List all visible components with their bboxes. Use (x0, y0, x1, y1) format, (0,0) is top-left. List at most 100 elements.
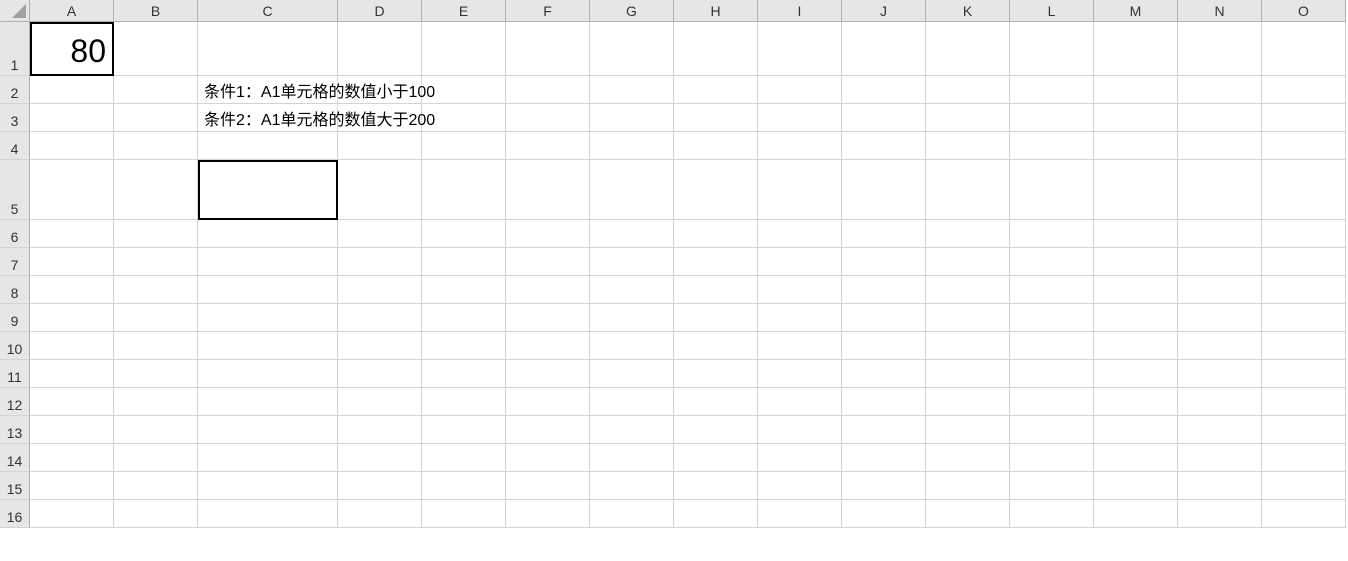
cell-i4[interactable] (758, 132, 842, 160)
cell-a3[interactable] (30, 104, 114, 132)
cell-i3[interactable] (758, 104, 842, 132)
cell-l1[interactable] (1010, 22, 1094, 76)
cell-a5[interactable] (30, 160, 114, 220)
column-header-c[interactable]: C (198, 0, 338, 22)
cell-k2[interactable] (926, 76, 1010, 104)
cell-g6[interactable] (590, 220, 674, 248)
cell-h13[interactable] (674, 416, 758, 444)
cell-j11[interactable] (842, 360, 926, 388)
cell-f16[interactable] (506, 500, 590, 528)
cell-o7[interactable] (1262, 248, 1346, 276)
cell-j3[interactable] (842, 104, 926, 132)
cell-c9[interactable] (198, 304, 338, 332)
row-header-1[interactable]: 1 (0, 22, 30, 76)
cell-g8[interactable] (590, 276, 674, 304)
cell-m12[interactable] (1094, 388, 1178, 416)
cell-c15[interactable] (198, 472, 338, 500)
row-header-10[interactable]: 10 (0, 332, 30, 360)
cell-l8[interactable] (1010, 276, 1094, 304)
cell-o16[interactable] (1262, 500, 1346, 528)
cell-j14[interactable] (842, 444, 926, 472)
cell-j15[interactable] (842, 472, 926, 500)
cell-a7[interactable] (30, 248, 114, 276)
cell-n9[interactable] (1178, 304, 1262, 332)
cell-b1[interactable] (114, 22, 198, 76)
cell-e9[interactable] (422, 304, 506, 332)
cell-i5[interactable] (758, 160, 842, 220)
cell-b12[interactable] (114, 388, 198, 416)
cell-o5[interactable] (1262, 160, 1346, 220)
row-header-14[interactable]: 14 (0, 444, 30, 472)
cell-a10[interactable] (30, 332, 114, 360)
cell-d14[interactable] (338, 444, 422, 472)
cell-m11[interactable] (1094, 360, 1178, 388)
cell-g3[interactable] (590, 104, 674, 132)
cell-c4[interactable] (198, 132, 338, 160)
cell-a15[interactable] (30, 472, 114, 500)
select-all-corner[interactable] (0, 0, 30, 22)
cell-d9[interactable] (338, 304, 422, 332)
cell-o2[interactable] (1262, 76, 1346, 104)
cell-o10[interactable] (1262, 332, 1346, 360)
column-header-e[interactable]: E (422, 0, 506, 22)
cell-k16[interactable] (926, 500, 1010, 528)
cell-d8[interactable] (338, 276, 422, 304)
cell-f4[interactable] (506, 132, 590, 160)
cell-l7[interactable] (1010, 248, 1094, 276)
cell-g13[interactable] (590, 416, 674, 444)
cell-h14[interactable] (674, 444, 758, 472)
cell-l11[interactable] (1010, 360, 1094, 388)
cell-g7[interactable] (590, 248, 674, 276)
cell-g2[interactable] (590, 76, 674, 104)
cell-a11[interactable] (30, 360, 114, 388)
cell-n11[interactable] (1178, 360, 1262, 388)
column-header-d[interactable]: D (338, 0, 422, 22)
cell-f8[interactable] (506, 276, 590, 304)
cell-c12[interactable] (198, 388, 338, 416)
cell-g11[interactable] (590, 360, 674, 388)
cell-m6[interactable] (1094, 220, 1178, 248)
cell-d12[interactable] (338, 388, 422, 416)
cell-h5[interactable] (674, 160, 758, 220)
column-header-j[interactable]: J (842, 0, 926, 22)
cell-j5[interactable] (842, 160, 926, 220)
cell-o6[interactable] (1262, 220, 1346, 248)
cell-a6[interactable] (30, 220, 114, 248)
cell-f3[interactable] (506, 104, 590, 132)
cell-j12[interactable] (842, 388, 926, 416)
column-header-l[interactable]: L (1010, 0, 1094, 22)
cell-n7[interactable] (1178, 248, 1262, 276)
cell-d10[interactable] (338, 332, 422, 360)
cell-g4[interactable] (590, 132, 674, 160)
cell-m5[interactable] (1094, 160, 1178, 220)
cell-e11[interactable] (422, 360, 506, 388)
cell-b14[interactable] (114, 444, 198, 472)
cell-d7[interactable] (338, 248, 422, 276)
cell-c14[interactable] (198, 444, 338, 472)
column-header-g[interactable]: G (590, 0, 674, 22)
cell-m1[interactable] (1094, 22, 1178, 76)
column-header-f[interactable]: F (506, 0, 590, 22)
cell-b3[interactable] (114, 104, 198, 132)
cell-a1[interactable]: 80 (30, 22, 114, 76)
cell-f1[interactable] (506, 22, 590, 76)
cell-h2[interactable] (674, 76, 758, 104)
cell-i16[interactable] (758, 500, 842, 528)
cell-b16[interactable] (114, 500, 198, 528)
cell-k11[interactable] (926, 360, 1010, 388)
cell-h12[interactable] (674, 388, 758, 416)
cell-l2[interactable] (1010, 76, 1094, 104)
cell-m8[interactable] (1094, 276, 1178, 304)
cell-m9[interactable] (1094, 304, 1178, 332)
row-header-7[interactable]: 7 (0, 248, 30, 276)
cell-i12[interactable] (758, 388, 842, 416)
cell-g1[interactable] (590, 22, 674, 76)
cell-a4[interactable] (30, 132, 114, 160)
cell-j13[interactable] (842, 416, 926, 444)
cell-b2[interactable] (114, 76, 198, 104)
cell-k8[interactable] (926, 276, 1010, 304)
cell-e8[interactable] (422, 276, 506, 304)
cell-g10[interactable] (590, 332, 674, 360)
cell-f10[interactable] (506, 332, 590, 360)
column-header-h[interactable]: H (674, 0, 758, 22)
